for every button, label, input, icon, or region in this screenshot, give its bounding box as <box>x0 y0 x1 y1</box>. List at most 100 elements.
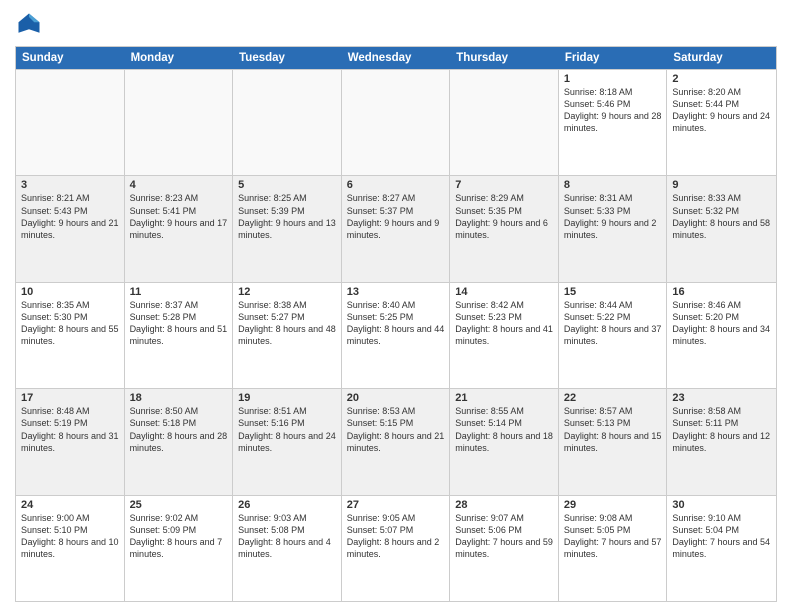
cal-cell-1: 1Sunrise: 8:18 AM Sunset: 5:46 PM Daylig… <box>559 70 668 175</box>
cal-cell-empty-0-0 <box>16 70 125 175</box>
day-number: 2 <box>672 73 771 85</box>
cal-cell-27: 27Sunrise: 9:05 AM Sunset: 5:07 PM Dayli… <box>342 496 451 601</box>
cell-info: Sunrise: 8:37 AM Sunset: 5:28 PM Dayligh… <box>130 299 228 348</box>
day-number: 7 <box>455 179 553 191</box>
week-row-5: 24Sunrise: 9:00 AM Sunset: 5:10 PM Dayli… <box>16 495 776 601</box>
cell-info: Sunrise: 8:55 AM Sunset: 5:14 PM Dayligh… <box>455 405 553 454</box>
day-number: 12 <box>238 286 336 298</box>
cal-cell-10: 10Sunrise: 8:35 AM Sunset: 5:30 PM Dayli… <box>16 283 125 388</box>
cell-info: Sunrise: 9:00 AM Sunset: 5:10 PM Dayligh… <box>21 512 119 561</box>
day-number: 11 <box>130 286 228 298</box>
cal-cell-3: 3Sunrise: 8:21 AM Sunset: 5:43 PM Daylig… <box>16 176 125 281</box>
cell-info: Sunrise: 8:35 AM Sunset: 5:30 PM Dayligh… <box>21 299 119 348</box>
cell-info: Sunrise: 8:21 AM Sunset: 5:43 PM Dayligh… <box>21 192 119 241</box>
cell-info: Sunrise: 8:18 AM Sunset: 5:46 PM Dayligh… <box>564 86 662 135</box>
cal-cell-7: 7Sunrise: 8:29 AM Sunset: 5:35 PM Daylig… <box>450 176 559 281</box>
calendar: SundayMondayTuesdayWednesdayThursdayFrid… <box>15 46 777 602</box>
cal-cell-6: 6Sunrise: 8:27 AM Sunset: 5:37 PM Daylig… <box>342 176 451 281</box>
header-day-monday: Monday <box>125 47 234 69</box>
cal-cell-5: 5Sunrise: 8:25 AM Sunset: 5:39 PM Daylig… <box>233 176 342 281</box>
calendar-body: 1Sunrise: 8:18 AM Sunset: 5:46 PM Daylig… <box>16 69 776 601</box>
day-number: 20 <box>347 392 445 404</box>
cal-cell-22: 22Sunrise: 8:57 AM Sunset: 5:13 PM Dayli… <box>559 389 668 494</box>
cal-cell-28: 28Sunrise: 9:07 AM Sunset: 5:06 PM Dayli… <box>450 496 559 601</box>
cal-cell-16: 16Sunrise: 8:46 AM Sunset: 5:20 PM Dayli… <box>667 283 776 388</box>
day-number: 1 <box>564 73 662 85</box>
cal-cell-21: 21Sunrise: 8:55 AM Sunset: 5:14 PM Dayli… <box>450 389 559 494</box>
cell-info: Sunrise: 8:27 AM Sunset: 5:37 PM Dayligh… <box>347 192 445 241</box>
day-number: 9 <box>672 179 771 191</box>
day-number: 8 <box>564 179 662 191</box>
cell-info: Sunrise: 8:20 AM Sunset: 5:44 PM Dayligh… <box>672 86 771 135</box>
day-number: 25 <box>130 499 228 511</box>
cal-cell-11: 11Sunrise: 8:37 AM Sunset: 5:28 PM Dayli… <box>125 283 234 388</box>
cell-info: Sunrise: 9:05 AM Sunset: 5:07 PM Dayligh… <box>347 512 445 561</box>
day-number: 27 <box>347 499 445 511</box>
cal-cell-4: 4Sunrise: 8:23 AM Sunset: 5:41 PM Daylig… <box>125 176 234 281</box>
cell-info: Sunrise: 9:07 AM Sunset: 5:06 PM Dayligh… <box>455 512 553 561</box>
day-number: 29 <box>564 499 662 511</box>
header-day-saturday: Saturday <box>667 47 776 69</box>
cal-cell-9: 9Sunrise: 8:33 AM Sunset: 5:32 PM Daylig… <box>667 176 776 281</box>
cal-cell-12: 12Sunrise: 8:38 AM Sunset: 5:27 PM Dayli… <box>233 283 342 388</box>
cell-info: Sunrise: 9:10 AM Sunset: 5:04 PM Dayligh… <box>672 512 771 561</box>
cell-info: Sunrise: 9:02 AM Sunset: 5:09 PM Dayligh… <box>130 512 228 561</box>
week-row-1: 1Sunrise: 8:18 AM Sunset: 5:46 PM Daylig… <box>16 69 776 175</box>
cal-cell-30: 30Sunrise: 9:10 AM Sunset: 5:04 PM Dayli… <box>667 496 776 601</box>
day-number: 19 <box>238 392 336 404</box>
day-number: 18 <box>130 392 228 404</box>
header <box>15 10 777 38</box>
logo-icon <box>15 10 43 38</box>
cell-info: Sunrise: 8:42 AM Sunset: 5:23 PM Dayligh… <box>455 299 553 348</box>
cal-cell-17: 17Sunrise: 8:48 AM Sunset: 5:19 PM Dayli… <box>16 389 125 494</box>
cell-info: Sunrise: 8:29 AM Sunset: 5:35 PM Dayligh… <box>455 192 553 241</box>
cal-cell-26: 26Sunrise: 9:03 AM Sunset: 5:08 PM Dayli… <box>233 496 342 601</box>
header-day-tuesday: Tuesday <box>233 47 342 69</box>
cell-info: Sunrise: 8:25 AM Sunset: 5:39 PM Dayligh… <box>238 192 336 241</box>
day-number: 26 <box>238 499 336 511</box>
day-number: 13 <box>347 286 445 298</box>
day-number: 4 <box>130 179 228 191</box>
logo <box>15 10 47 38</box>
cal-cell-20: 20Sunrise: 8:53 AM Sunset: 5:15 PM Dayli… <box>342 389 451 494</box>
cell-info: Sunrise: 8:23 AM Sunset: 5:41 PM Dayligh… <box>130 192 228 241</box>
cal-cell-13: 13Sunrise: 8:40 AM Sunset: 5:25 PM Dayli… <box>342 283 451 388</box>
cell-info: Sunrise: 8:33 AM Sunset: 5:32 PM Dayligh… <box>672 192 771 241</box>
cal-cell-24: 24Sunrise: 9:00 AM Sunset: 5:10 PM Dayli… <box>16 496 125 601</box>
cal-cell-18: 18Sunrise: 8:50 AM Sunset: 5:18 PM Dayli… <box>125 389 234 494</box>
cal-cell-25: 25Sunrise: 9:02 AM Sunset: 5:09 PM Dayli… <box>125 496 234 601</box>
header-day-wednesday: Wednesday <box>342 47 451 69</box>
cell-info: Sunrise: 8:50 AM Sunset: 5:18 PM Dayligh… <box>130 405 228 454</box>
cal-cell-empty-0-3 <box>342 70 451 175</box>
day-number: 16 <box>672 286 771 298</box>
day-number: 3 <box>21 179 119 191</box>
header-day-friday: Friday <box>559 47 668 69</box>
header-day-thursday: Thursday <box>450 47 559 69</box>
cell-info: Sunrise: 8:38 AM Sunset: 5:27 PM Dayligh… <box>238 299 336 348</box>
cell-info: Sunrise: 9:08 AM Sunset: 5:05 PM Dayligh… <box>564 512 662 561</box>
week-row-2: 3Sunrise: 8:21 AM Sunset: 5:43 PM Daylig… <box>16 175 776 281</box>
calendar-header: SundayMondayTuesdayWednesdayThursdayFrid… <box>16 47 776 69</box>
cell-info: Sunrise: 8:58 AM Sunset: 5:11 PM Dayligh… <box>672 405 771 454</box>
cell-info: Sunrise: 9:03 AM Sunset: 5:08 PM Dayligh… <box>238 512 336 561</box>
cell-info: Sunrise: 8:46 AM Sunset: 5:20 PM Dayligh… <box>672 299 771 348</box>
day-number: 24 <box>21 499 119 511</box>
day-number: 21 <box>455 392 553 404</box>
day-number: 28 <box>455 499 553 511</box>
week-row-4: 17Sunrise: 8:48 AM Sunset: 5:19 PM Dayli… <box>16 388 776 494</box>
cal-cell-empty-0-1 <box>125 70 234 175</box>
day-number: 5 <box>238 179 336 191</box>
cal-cell-8: 8Sunrise: 8:31 AM Sunset: 5:33 PM Daylig… <box>559 176 668 281</box>
day-number: 17 <box>21 392 119 404</box>
cal-cell-15: 15Sunrise: 8:44 AM Sunset: 5:22 PM Dayli… <box>559 283 668 388</box>
cal-cell-empty-0-2 <box>233 70 342 175</box>
day-number: 22 <box>564 392 662 404</box>
cell-info: Sunrise: 8:40 AM Sunset: 5:25 PM Dayligh… <box>347 299 445 348</box>
day-number: 15 <box>564 286 662 298</box>
cell-info: Sunrise: 8:51 AM Sunset: 5:16 PM Dayligh… <box>238 405 336 454</box>
day-number: 14 <box>455 286 553 298</box>
week-row-3: 10Sunrise: 8:35 AM Sunset: 5:30 PM Dayli… <box>16 282 776 388</box>
cal-cell-29: 29Sunrise: 9:08 AM Sunset: 5:05 PM Dayli… <box>559 496 668 601</box>
page: SundayMondayTuesdayWednesdayThursdayFrid… <box>0 0 792 612</box>
cal-cell-2: 2Sunrise: 8:20 AM Sunset: 5:44 PM Daylig… <box>667 70 776 175</box>
